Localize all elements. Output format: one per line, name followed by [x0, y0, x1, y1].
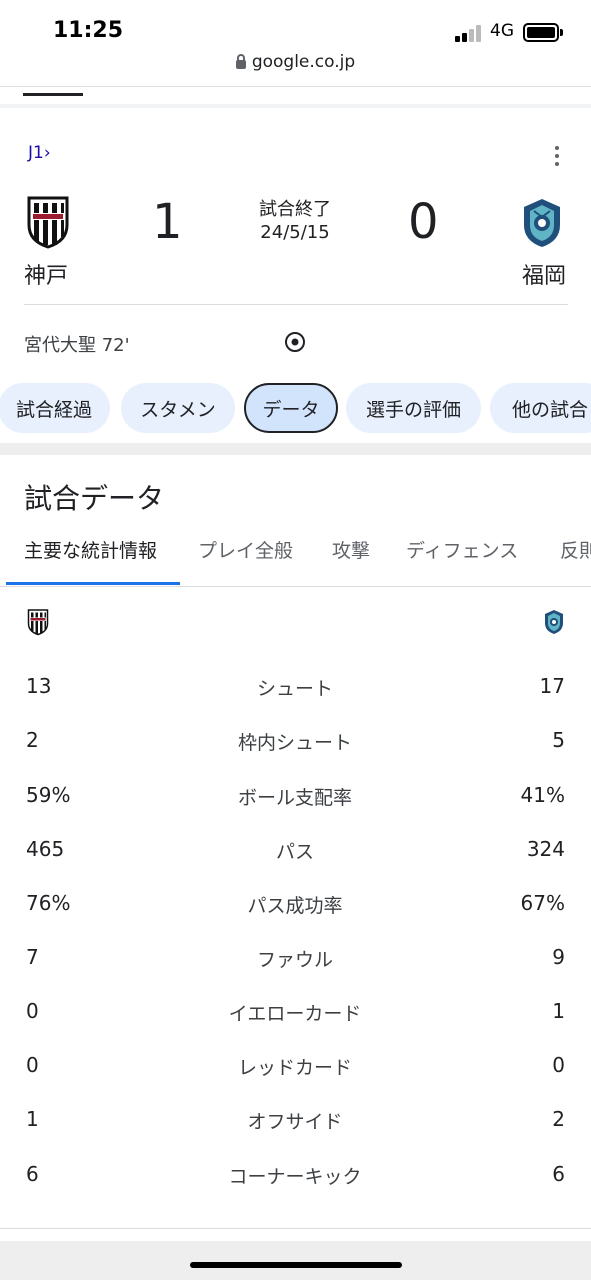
stat-label: ボール支配率: [237, 787, 352, 809]
away-score: 0: [408, 194, 439, 250]
url-text: google.co.jp: [251, 52, 356, 72]
stat-label: レッドカード: [237, 1057, 352, 1079]
stat-home-value: 13: [26, 674, 52, 698]
home-team-name[interactable]: 神戸: [24, 258, 68, 290]
chip-other-matches[interactable]: 他の試合: [490, 383, 591, 433]
lock-icon: [235, 54, 246, 69]
tab-key-stats[interactable]: 主要な統計情報: [24, 536, 157, 563]
signal-icon: [455, 24, 483, 42]
home-indicator[interactable]: [190, 1262, 402, 1268]
soccer-ball-icon: [285, 332, 305, 352]
stat-row-red-cards: 0 レッドカード 0: [0, 1053, 591, 1083]
stat-label: ファウル: [256, 949, 333, 971]
stat-row-offsides: 1 オフサイド 2: [0, 1107, 591, 1137]
league-link[interactable]: J1›: [28, 143, 51, 163]
stat-away-value: 0: [552, 1053, 565, 1077]
tab-fouls[interactable]: 反則: [560, 536, 591, 563]
stat-label: コーナーキック: [228, 1166, 362, 1188]
stat-home-value: 1: [26, 1107, 39, 1131]
stat-row-shots: 13 シュート 17: [0, 674, 591, 704]
chip-timeline[interactable]: 試合経過: [0, 383, 110, 433]
section-title: 試合データ: [24, 482, 165, 515]
active-subtab-underline: [6, 582, 180, 585]
more-vert-icon[interactable]: [552, 145, 562, 167]
stat-away-value: 1: [552, 999, 565, 1023]
stat-label: パス: [275, 841, 314, 863]
stats-subtabs: 主要な統計情報 プレイ全般 攻撃 ディフェンス 反則: [0, 530, 591, 586]
stat-row-shots-on-target: 2 枠内シュート 5: [0, 728, 591, 758]
home-score: 1: [152, 194, 183, 250]
chip-lineups[interactable]: スタメン: [121, 383, 235, 433]
stat-label: オフサイド: [247, 1111, 343, 1133]
tab-defense[interactable]: ディフェンス: [406, 536, 518, 563]
battery-icon: [523, 23, 559, 42]
match-chips: 試合経過 スタメン データ 選手の評価 他の試合: [0, 383, 591, 435]
stat-home-value: 0: [26, 999, 39, 1023]
chip-player-ratings[interactable]: 選手の評価: [346, 383, 481, 433]
stat-row-yellow-cards: 0 イエローカード 1: [0, 999, 591, 1029]
stat-label: 枠内シュート: [237, 732, 352, 754]
url-bar[interactable]: google.co.jp: [0, 52, 591, 86]
stat-row-possession: 59% ボール支配率 41%: [0, 783, 591, 813]
stat-row-fouls: 7 ファウル 9: [0, 945, 591, 975]
stat-home-value: 2: [26, 728, 39, 752]
stat-away-value: 41%: [520, 783, 565, 807]
avispa-fukuoka-crest-small-icon: [545, 610, 563, 634]
tab-attack[interactable]: 攻撃: [332, 536, 370, 563]
goal-scorer: 宮代大聖 72': [24, 335, 130, 356]
stat-label: シュート: [256, 678, 333, 700]
stat-row-pass-accuracy: 76% パス成功率 67%: [0, 891, 591, 921]
tab-general-play[interactable]: プレイ全般: [198, 536, 293, 563]
network-type: 4G: [490, 21, 514, 41]
stat-home-value: 59%: [26, 783, 71, 807]
away-team-name[interactable]: 福岡: [522, 258, 566, 290]
chip-data[interactable]: データ: [244, 383, 338, 433]
status-bar: 11:25 4G: [0, 0, 591, 52]
avispa-fukuoka-crest-icon[interactable]: [520, 197, 564, 249]
stat-away-value: 324: [526, 837, 565, 861]
vissel-kobe-crest-small-icon: [27, 609, 49, 636]
stat-home-value: 465: [26, 837, 65, 861]
stat-row-passes: 465 パス 324: [0, 837, 591, 867]
active-tab-indicator: [23, 93, 83, 96]
stat-away-value: 9: [552, 945, 565, 969]
stat-label: パス成功率: [247, 895, 343, 917]
stat-home-value: 6: [26, 1162, 39, 1186]
stat-label: イエローカード: [228, 1003, 362, 1025]
stat-away-value: 2: [552, 1107, 565, 1131]
match-status: 試合終了: [259, 199, 331, 220]
vissel-kobe-crest-icon[interactable]: [26, 195, 70, 249]
stat-away-value: 67%: [520, 891, 565, 915]
stat-away-value: 6: [552, 1162, 565, 1186]
stat-home-value: 0: [26, 1053, 39, 1077]
stat-home-value: 7: [26, 945, 39, 969]
stat-away-value: 17: [539, 674, 565, 698]
status-time: 11:25: [53, 18, 124, 43]
stat-home-value: 76%: [26, 891, 71, 915]
match-date: 24/5/15: [260, 222, 330, 243]
stat-away-value: 5: [552, 728, 565, 752]
stat-row-corner-kicks: 6 コーナーキック 6: [0, 1162, 591, 1192]
